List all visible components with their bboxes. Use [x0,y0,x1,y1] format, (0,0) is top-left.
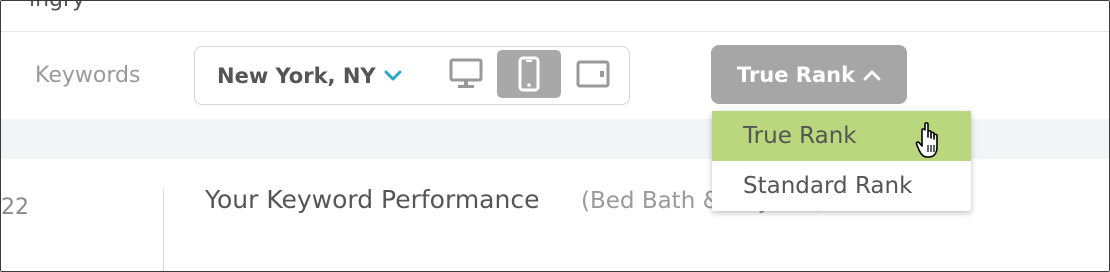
partial-heading: ingry [29,1,85,12]
rank-type-label: True Rank [736,62,856,87]
section-title: Your Keyword Performance [205,185,540,214]
tablet-icon [576,60,610,88]
column-divider [163,189,164,271]
top-strip: ingry [1,1,1109,32]
chevron-up-icon [863,70,881,80]
app-frame: ingry Keywords New York, NY Tr [0,0,1110,272]
chevron-down-icon [384,70,402,81]
rank-type-dropdown-button[interactable]: True Rank [711,45,907,104]
device-mobile-button[interactable] [497,50,561,98]
mobile-icon [518,56,540,92]
hand-cursor-icon [915,122,938,158]
menu-item-standard-rank[interactable]: Standard Rank [712,161,971,211]
device-desktop-button[interactable] [434,50,498,98]
desktop-icon [449,58,483,88]
location-label: New York, NY [217,64,376,88]
device-tablet-button[interactable] [561,50,625,98]
keywords-label: Keywords [35,63,141,88]
metric-number: 22 [1,195,29,220]
location-dropdown[interactable]: New York, NY [217,61,402,91]
